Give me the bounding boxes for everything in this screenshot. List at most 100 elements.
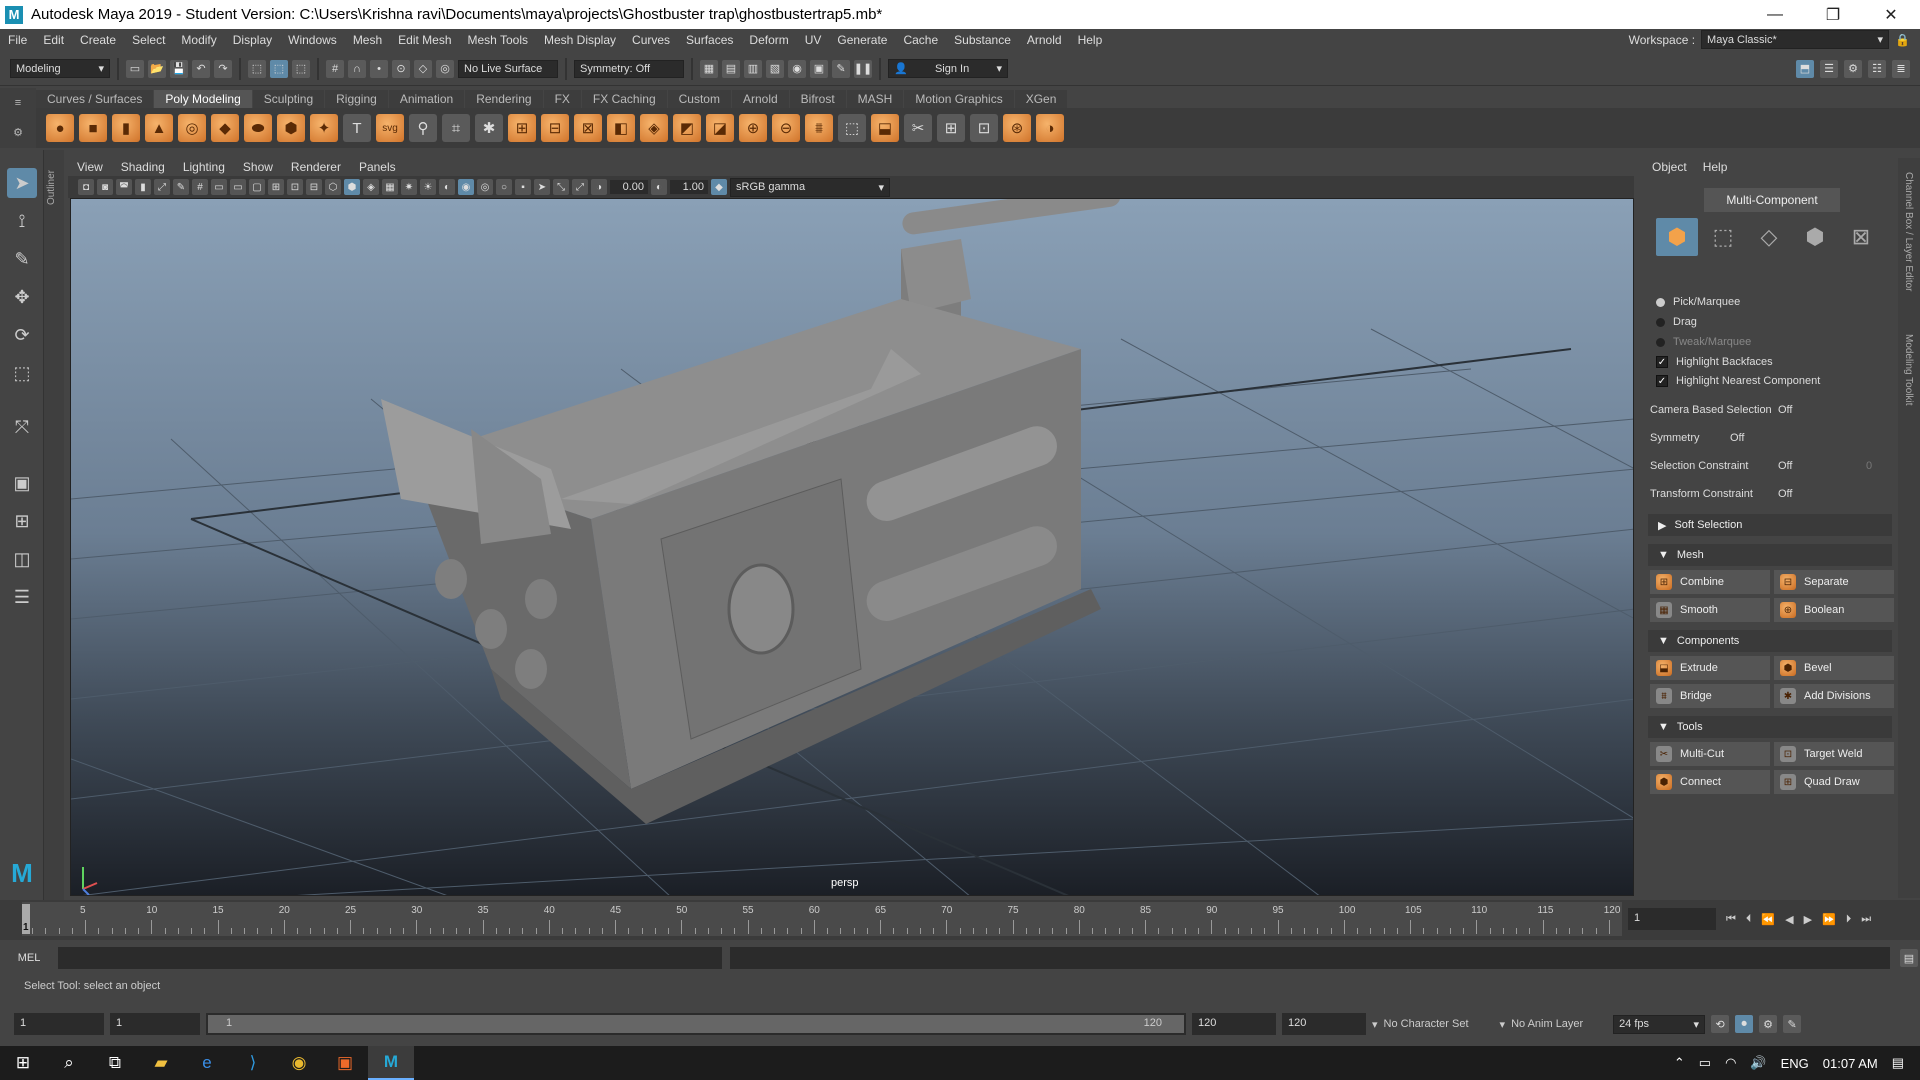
screen-space-ao-icon[interactable]: ◐ [439,179,455,195]
poly-cylinder-icon[interactable]: ▮ [112,114,140,142]
perspective-viewport[interactable]: persp [70,198,1634,896]
transform-constraint-row[interactable]: Transform Constraint Off [1650,484,1890,504]
menu-uv[interactable]: UV [797,33,830,47]
select-camera-icon[interactable]: ➤ [534,179,550,195]
workspace-select[interactable]: Maya Classic* ▾ [1701,30,1890,49]
chevron-down-icon[interactable]: ▾ [1372,1018,1378,1031]
menu-substance[interactable]: Substance [946,33,1019,47]
minimize-button[interactable]: — [1746,6,1804,24]
menu-display[interactable]: Display [225,33,280,47]
render-setup-icon[interactable]: ▣ [810,59,828,78]
components-section[interactable]: ▼ Components [1648,630,1892,652]
tab-fx-caching[interactable]: FX Caching [581,90,667,108]
play-backwards-icon[interactable]: ◀ [1785,913,1793,926]
highlight-nearest-option[interactable]: ✓ Highlight Nearest Component [1656,375,1820,387]
maya-taskbar-icon[interactable]: M [368,1046,414,1080]
modeling-toolkit-toggle-icon[interactable]: ⬒ [1796,59,1814,78]
tab-mash[interactable]: MASH [846,90,904,108]
shadows-icon[interactable]: ☀ [420,179,436,195]
mesh-section[interactable]: ▼ Mesh [1648,544,1892,566]
xray-components-icon[interactable]: ▪ [515,179,531,195]
shelf-menu-icon[interactable]: ≡ [15,97,21,109]
toolkit-menu-help[interactable]: Help [1703,160,1728,174]
tab-rendering[interactable]: Rendering [465,90,543,108]
pause-viewport-icon[interactable]: ❚❚ [854,59,872,78]
separate-shelf-icon[interactable]: ⊟ [541,114,569,142]
vp-menu-panels[interactable]: Panels [350,160,405,174]
quad-draw-button[interactable]: ⊞ Quad Draw [1774,770,1894,794]
tab-motion-graphics[interactable]: Motion Graphics [904,90,1014,108]
script-editor-icon[interactable]: ▤ [1900,949,1918,967]
battery-icon[interactable]: ▭ [1699,1055,1711,1071]
clock[interactable]: 01:07 AM [1823,1056,1878,1071]
menu-modify[interactable]: Modify [173,33,224,47]
menu-mesh[interactable]: Mesh [345,33,390,47]
scene-start-field[interactable]: 1 [14,1013,104,1035]
menu-mesh-display[interactable]: Mesh Display [536,33,624,47]
attribute-editor-icon[interactable]: ☰ [1820,59,1838,78]
task-view-icon[interactable]: ⧉ [92,1046,138,1080]
tab-custom[interactable]: Custom [667,90,731,108]
poly-plane-icon[interactable]: ◆ [211,114,239,142]
edge-mode-icon[interactable]: ◇ [1748,218,1790,256]
exposure-field[interactable]: 0.00 [610,180,648,194]
file-explorer-icon[interactable]: ▰ [138,1046,184,1080]
light-editor-icon[interactable]: ✎ [832,59,850,78]
notifications-icon[interactable]: ▤ [1892,1055,1904,1071]
reduce-icon[interactable]: ◩ [673,114,701,142]
xray-icon[interactable]: ◎ [477,179,493,195]
super-shape-icon[interactable]: ✦ [310,114,338,142]
range-slider-handle[interactable]: 1 120 [208,1015,1184,1033]
object-mode-icon[interactable]: ⬢ [1656,218,1698,256]
connect-button[interactable]: ⬢ Connect [1650,770,1770,794]
menu-set-select[interactable]: Modeling ▾ [10,59,110,78]
snap-view-icon[interactable]: ⊙ [392,59,410,78]
grease-pencil-icon[interactable]: ✎ [173,179,189,195]
gamma-icon[interactable]: ◐ [651,179,667,195]
render-frame-icon[interactable]: ▤ [722,59,740,78]
menu-select[interactable]: Select [124,33,173,47]
safe-title-icon[interactable]: ⊟ [306,179,322,195]
film-gate-icon[interactable]: ▭ [211,179,227,195]
xray-joints-icon[interactable]: ○ [496,179,512,195]
multi-cut-shelf-icon[interactable]: ✂ [904,114,932,142]
poly-sphere-icon[interactable]: ● [46,114,74,142]
anim-settings-icon[interactable]: ✎ [1783,1015,1802,1033]
outliner-layout-icon[interactable]: ☰ [7,582,37,612]
select-hierarchy-icon[interactable]: ⬚ [248,59,266,78]
menu-edit-mesh[interactable]: Edit Mesh [390,33,459,47]
merge-icon[interactable]: ⊛ [1003,114,1031,142]
tab-xgen[interactable]: XGen [1014,90,1068,108]
boolean-union-icon[interactable]: ⊕ [739,114,767,142]
target-weld-shelf-icon[interactable]: ⊡ [970,114,998,142]
camera-attributes-icon[interactable]: ◙ [97,179,113,195]
maximize-button[interactable]: ❐ [1804,5,1862,25]
uv-mode-icon[interactable]: ⊠ [1840,218,1882,256]
menu-curves[interactable]: Curves [624,33,678,47]
selection-constraint-row[interactable]: Selection Constraint Off 0 [1650,456,1890,476]
wireframe-on-shaded-icon[interactable]: ◈ [363,179,379,195]
move-tool-icon[interactable]: ✥ [7,282,37,312]
color-space-select[interactable]: sRGB gamma ▾ [730,177,890,197]
redo-icon[interactable]: ↷ [214,59,232,78]
auto-key-icon[interactable]: ⏺ [1735,1015,1754,1033]
textured-icon[interactable]: ▦ [382,179,398,195]
vp-menu-lighting[interactable]: Lighting [174,160,234,174]
tab-arnold[interactable]: Arnold [731,90,789,108]
highlight-backfaces-option[interactable]: ✓ Highlight Backfaces [1656,356,1773,368]
vertex-mode-icon[interactable]: ⬚ [1702,218,1744,256]
pivot-icon[interactable]: ✱ [475,114,503,142]
boolean-difference-icon[interactable]: ⊖ [772,114,800,142]
range-start-field[interactable]: 1 [110,1013,200,1035]
multi-component-button[interactable]: Multi-Component [1704,188,1840,212]
step-forward-key-icon[interactable]: ⏩ [1822,913,1836,926]
drag-option[interactable]: Drag [1656,316,1697,328]
step-back-key-icon[interactable]: ⏪ [1761,913,1775,926]
menu-deform[interactable]: Deform [741,33,796,47]
wifi-icon[interactable]: ◠ [1725,1055,1736,1071]
symmetry-row[interactable]: Symmetry Off [1650,428,1890,448]
live-surface-field[interactable]: No Live Surface [458,59,558,78]
safe-action-icon[interactable]: ⊡ [287,179,303,195]
smooth-shade-icon[interactable]: ⬢ [344,179,360,195]
extract-icon[interactable]: ⊠ [574,114,602,142]
